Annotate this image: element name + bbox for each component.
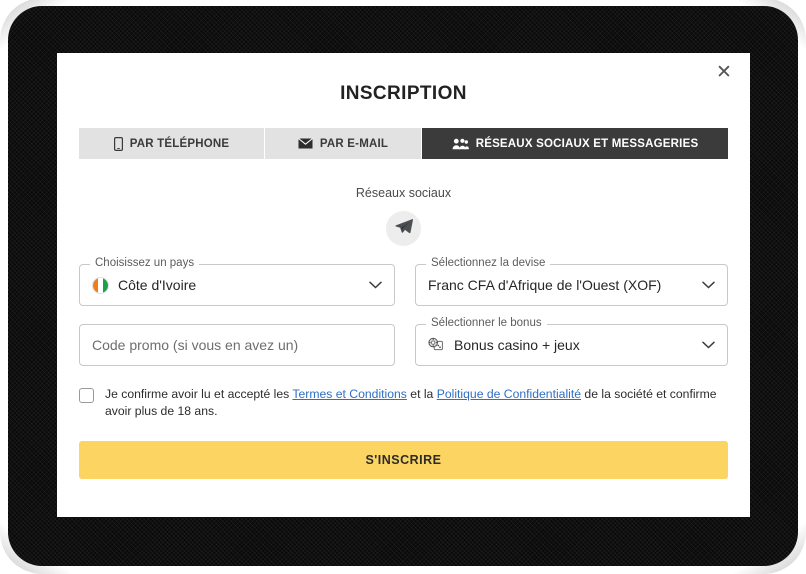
terms-and-conditions-link[interactable]: Termes et Conditions <box>292 387 406 401</box>
currency-select-label: Sélectionnez la devise <box>426 257 551 270</box>
phone-icon <box>113 136 123 151</box>
consent-text-before: Je confirme avoir lu et accepté les <box>105 387 293 401</box>
casino-chip-icon <box>428 337 445 353</box>
tab-by-phone-label: PAR TÉLÉPHONE <box>129 137 230 150</box>
register-submit-button[interactable]: S'INSCRIRE <box>79 440 728 479</box>
registration-modal: ✕ INSCRIPTION PAR TÉLÉPHONE PAR E-MAIL R… <box>57 53 750 517</box>
country-select[interactable]: Choisissez un pays Côte d'Ivoire <box>79 257 395 306</box>
tab-by-email-label: PAR E-MAIL <box>319 137 389 150</box>
envelope-icon <box>298 138 313 149</box>
consent-text-middle: et la <box>406 387 437 401</box>
chevron-down-icon <box>369 281 382 289</box>
promo-code-input[interactable]: Code promo (si vous en avez un) <box>79 324 395 366</box>
bonus-select-label: Sélectionner le bonus <box>426 317 547 330</box>
bonus-select-value: Bonus casino + jeux <box>454 337 580 353</box>
bonus-select[interactable]: Sélectionner le bonus Bonus casino + jeu… <box>415 317 728 366</box>
social-provider-list <box>57 211 750 246</box>
page-title: INSCRIPTION <box>340 83 467 104</box>
telegram-paper-plane-icon <box>394 218 413 239</box>
consent-text: Je confirme avoir lu et accepté les Term… <box>105 386 728 421</box>
close-icon[interactable]: ✕ <box>710 58 738 86</box>
cote-divoire-flag-icon <box>92 276 109 294</box>
privacy-policy-link[interactable]: Politique de Confidentialité <box>437 387 581 401</box>
currency-select[interactable]: Sélectionnez la devise Franc CFA d'Afriq… <box>415 257 728 306</box>
tab-social-networks-label: RÉSEAUX SOCIAUX ET MESSAGERIES <box>475 137 699 150</box>
social-networks-heading: Réseaux sociaux <box>355 186 452 200</box>
country-select-value: Côte d'Ivoire <box>118 277 197 293</box>
chevron-down-icon <box>702 281 715 289</box>
country-select-label: Choisissez un pays <box>90 257 200 270</box>
social-provider-telegram[interactable] <box>386 211 421 246</box>
tab-by-phone[interactable]: PAR TÉLÉPHONE <box>79 128 265 159</box>
currency-select-value: Franc CFA d'Afrique de l'Ouest (XOF) <box>428 277 662 293</box>
tab-social-networks[interactable]: RÉSEAUX SOCIAUX ET MESSAGERIES <box>422 128 728 159</box>
promo-code-placeholder: Code promo (si vous en avez un) <box>92 337 299 353</box>
consent-checkbox[interactable] <box>79 388 94 403</box>
tab-by-email[interactable]: PAR E-MAIL <box>265 128 422 159</box>
registration-form: Choisissez un pays Côte d'Ivoire Sélecti… <box>79 257 728 366</box>
consent-row: Je confirme avoir lu et accepté les Term… <box>79 386 728 421</box>
registration-method-tabs: PAR TÉLÉPHONE PAR E-MAIL RÉSEAUX SOCIAUX… <box>79 128 728 159</box>
users-group-icon <box>452 138 469 150</box>
chevron-down-icon <box>702 341 715 349</box>
